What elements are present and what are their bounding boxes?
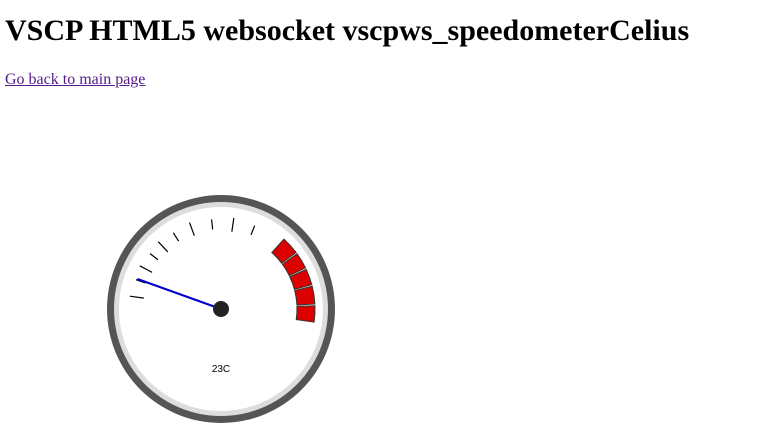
- speedometer-gauge: 23C: [104, 192, 338, 426]
- speedometer-svg: 23C: [107, 195, 335, 423]
- gauge-hub: [213, 301, 229, 317]
- gauge-redzone-segment: [295, 305, 316, 323]
- page-title: VSCP HTML5 websocket vscpws_speedometerC…: [5, 14, 690, 47]
- back-to-main-link[interactable]: Go back to main page: [5, 70, 145, 90]
- gauge-readout: 23C: [212, 364, 230, 375]
